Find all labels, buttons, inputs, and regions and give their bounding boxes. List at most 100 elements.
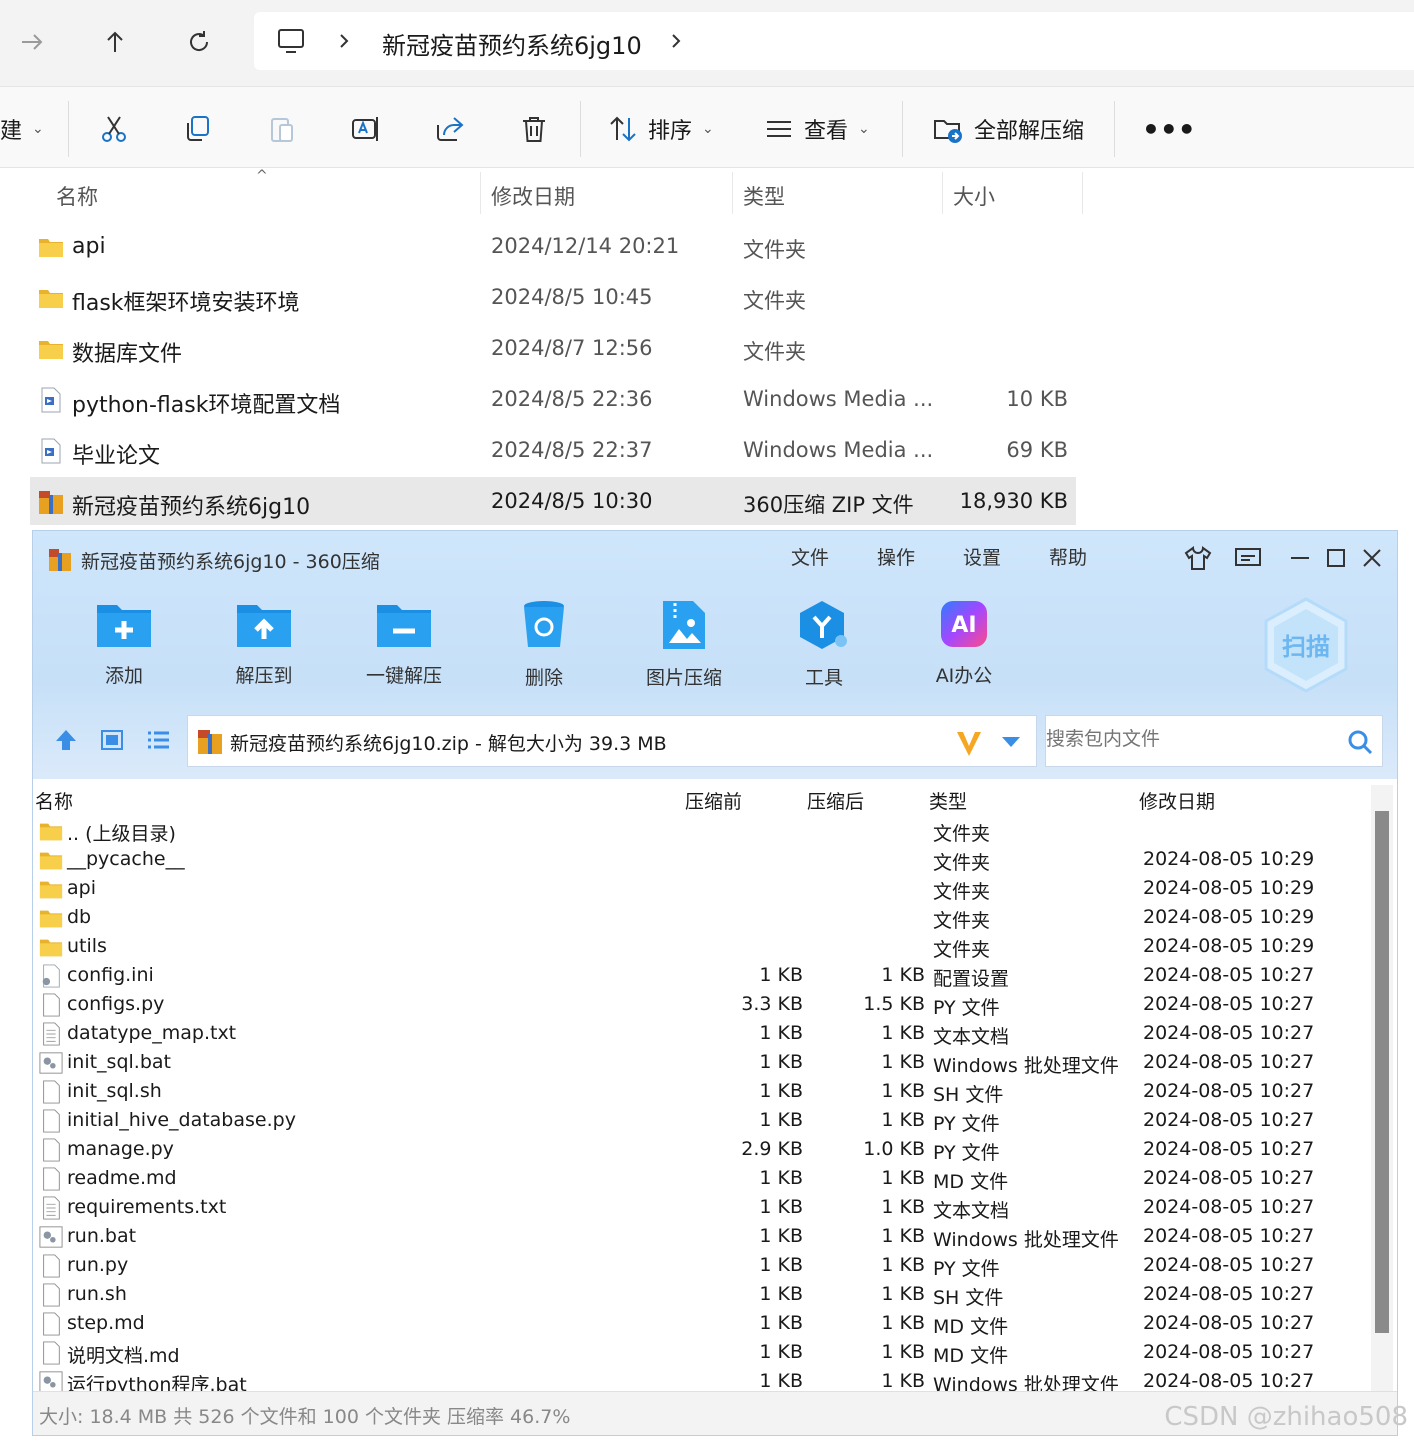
archive-path-bar[interactable]: 新冠疫苗预约系统6jg10.zip - 解包大小为 39.3 MB	[187, 715, 1037, 767]
breadcrumb[interactable]: 新冠疫苗预约系统6jg10	[254, 12, 1414, 70]
more-button[interactable]: •••	[1142, 109, 1196, 149]
archive-row[interactable]: init_sql.sh 1 KB 1 KB SH 文件 2024-08-05 10:27	[35, 1078, 1365, 1107]
refresh-button[interactable]	[177, 20, 221, 64]
chevron-right-icon[interactable]	[668, 26, 684, 56]
archive-row[interactable]: manage.py 2.9 KB 1.0 KB PY 文件 2024-08-05 10:…	[35, 1136, 1365, 1165]
explorer-row[interactable]: python-flask环境配置文档 2024/8/5 22:36 Windows …	[30, 375, 1076, 423]
share-button[interactable]	[434, 109, 466, 149]
delete-button[interactable]	[518, 109, 550, 149]
archive-row[interactable]: __pycache__ 文件夹 2024-08-05 10:29	[35, 846, 1365, 875]
explorer-row[interactable]: flask框架环境安装环境 2024/8/5 10:45 文件夹	[30, 273, 1076, 321]
zip-column-before[interactable]: 压缩前	[685, 787, 742, 814]
archive-row[interactable]: init_sql.bat 1 KB 1 KB Windows 批处理文件 2024-08…	[35, 1049, 1365, 1078]
forward-button[interactable]	[10, 20, 54, 64]
file-type: Windows Media ...	[743, 438, 934, 462]
archive-row[interactable]: api 文件夹 2024-08-05 10:29	[35, 875, 1365, 904]
zip-column-name[interactable]: 名称	[35, 787, 73, 814]
explorer-row[interactable]: 数据库文件 2024/8/7 12:56 文件夹	[30, 324, 1076, 372]
thumbnail-view-icon[interactable]	[99, 727, 125, 753]
archive-row[interactable]: step.md 1 KB 1 KB MD 文件 2024-08-05 10:27	[35, 1310, 1365, 1339]
menu-file[interactable]: 文件	[791, 543, 829, 570]
computer-icon[interactable]	[276, 26, 306, 56]
archive-size-before: 3.3 KB	[741, 993, 803, 1015]
sort-button[interactable]: 排序 ⌄	[608, 109, 714, 149]
archive-row[interactable]: run.py 1 KB 1 KB PY 文件 2024-08-05 10:27	[35, 1252, 1365, 1281]
minimize-button[interactable]	[1285, 543, 1315, 573]
menu-operation[interactable]: 操作	[877, 543, 915, 570]
detail-view-icon[interactable]	[145, 727, 171, 753]
add-button[interactable]: 添加	[69, 599, 179, 688]
column-header-name[interactable]: 名称	[56, 176, 98, 216]
refresh-icon	[190, 31, 209, 51]
menu-settings[interactable]: 设置	[963, 543, 1001, 570]
archive-row[interactable]: run.sh 1 KB 1 KB SH 文件 2024-08-05 10:27	[35, 1281, 1365, 1310]
menu-help[interactable]: 帮助	[1049, 543, 1087, 570]
maximize-button[interactable]	[1321, 543, 1351, 573]
archive-row[interactable]: datatype_map.txt 1 KB 1 KB 文本文档 2024-08-05 1…	[35, 1020, 1365, 1049]
paste-button[interactable]	[266, 109, 298, 149]
new-button[interactable]: 建 ⌄	[0, 109, 44, 149]
column-header-size[interactable]: 大小	[953, 176, 995, 216]
scrollbar-thumb[interactable]	[1375, 811, 1389, 1333]
up-level-icon[interactable]	[53, 727, 79, 753]
explorer-row[interactable]: 新冠疫苗预约系统6jg10 2024/8/5 10:30 360压缩 ZIP 文件 1…	[30, 477, 1076, 525]
zip-file-icon	[198, 730, 222, 754]
archive-row[interactable]: initial_hive_database.py 1 KB 1 KB PY 文件 202…	[35, 1107, 1365, 1136]
archive-row[interactable]: utils 文件夹 2024-08-05 10:29	[35, 933, 1365, 962]
column-header-type[interactable]: 类型	[743, 176, 785, 216]
archive-row[interactable]: db 文件夹 2024-08-05 10:29	[35, 904, 1365, 933]
search-archive-input[interactable]	[1046, 728, 1336, 750]
skin-button[interactable]	[1183, 543, 1213, 573]
search-archive-box[interactable]	[1045, 715, 1383, 767]
extract-all-button[interactable]: 全部解压缩	[932, 109, 1084, 149]
archive-size-before: 1 KB	[759, 1167, 803, 1189]
copy-button[interactable]	[182, 109, 214, 149]
archive-file-name: db	[67, 906, 92, 928]
up-button[interactable]	[93, 20, 137, 64]
delete-zip-button[interactable]: 删除	[489, 599, 599, 690]
chevron-right-icon[interactable]	[336, 26, 352, 56]
zip-column-type[interactable]: 类型	[929, 787, 967, 814]
breadcrumb-current[interactable]: 新冠疫苗预约系统6jg10	[382, 26, 642, 61]
vertical-scrollbar[interactable]	[1371, 785, 1393, 1391]
zip-column-after[interactable]: 压缩后	[807, 787, 864, 814]
column-divider[interactable]	[732, 172, 733, 214]
rename-icon	[352, 117, 378, 141]
archive-file-name: .. (上级目录)	[67, 823, 176, 845]
tools-button[interactable]: 工具	[769, 599, 879, 690]
image-compress-button[interactable]: 图片压缩	[629, 599, 739, 690]
explorer-row[interactable]: api 2024/12/14 20:21 文件夹	[30, 222, 1076, 270]
search-icon[interactable]	[1346, 728, 1374, 756]
feedback-button[interactable]	[1233, 543, 1263, 573]
archive-row[interactable]: requirements.txt 1 KB 1 KB 文本文档 2024-08-05 1…	[35, 1194, 1365, 1223]
list-view-icon	[767, 121, 791, 137]
archive-row[interactable]: config.ini 1 KB 1 KB 配置设置 2024-08-05 10:27	[35, 962, 1365, 991]
view-button[interactable]: 查看 ⌄	[764, 109, 870, 149]
column-divider[interactable]	[1082, 172, 1083, 214]
zip-column-date[interactable]: 修改日期	[1139, 787, 1215, 814]
archive-size-after: 1 KB	[881, 964, 925, 986]
archive-row[interactable]: readme.md 1 KB 1 KB MD 文件 2024-08-05 10:27	[35, 1165, 1365, 1194]
archive-row[interactable]: .. (上级目录) 文件夹	[35, 817, 1365, 846]
cut-button[interactable]	[98, 109, 130, 149]
ai-office-button[interactable]: AI AI办公	[909, 599, 1019, 688]
column-divider[interactable]	[942, 172, 943, 214]
column-divider[interactable]	[480, 172, 481, 214]
extract-to-button[interactable]: 解压到	[209, 599, 319, 688]
scan-button[interactable]: 扫描	[1261, 595, 1351, 695]
archive-row[interactable]: configs.py 3.3 KB 1.5 KB PY 文件 2024-08-05 10…	[35, 991, 1365, 1020]
rename-button[interactable]	[350, 109, 382, 149]
zip-app-icon	[49, 549, 71, 571]
ai-badge-text: AI	[951, 613, 976, 638]
file-date: 2024/8/5 22:36	[491, 387, 653, 411]
explorer-row[interactable]: 毕业论文 2024/8/5 22:37 Windows Media ... 69 KB	[30, 426, 1076, 474]
column-header-date[interactable]: 修改日期	[491, 176, 575, 216]
close-button[interactable]	[1357, 543, 1387, 573]
dropdown-arrow-icon[interactable]	[1000, 734, 1022, 750]
archive-row[interactable]: run.bat 1 KB 1 KB Windows 批处理文件 2024-08-05 1…	[35, 1223, 1365, 1252]
archive-size-after: 1.5 KB	[863, 993, 925, 1015]
extract-to-label: 解压到	[235, 665, 293, 687]
archive-row[interactable]: 说明文档.md 1 KB 1 KB MD 文件 2024-08-05 10:27	[35, 1339, 1365, 1368]
one-click-extract-button[interactable]: 一键解压	[349, 599, 459, 688]
vip-v-icon[interactable]	[954, 728, 984, 758]
